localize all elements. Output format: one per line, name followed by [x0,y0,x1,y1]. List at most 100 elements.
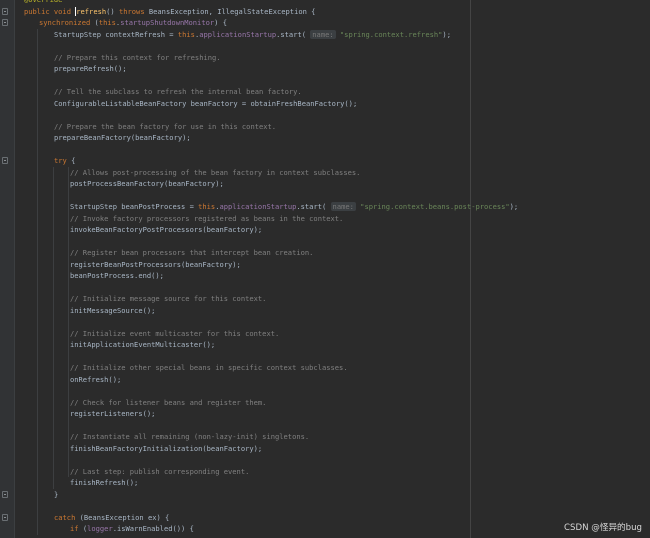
fold-marker-icon[interactable] [2,7,8,15]
code-token: // Initialize other special beans in spe… [70,363,348,372]
watermark: CSDN @怪异的bug [564,523,642,533]
code-token: beanPostProcess.end(); [70,271,164,280]
code-token: // Initialize message source for this co… [70,294,267,303]
code-line[interactable]: StartupStep beanPostProcess = this.appli… [0,201,650,213]
code-editor[interactable]: @Override public void refresh() throws Be… [0,0,650,538]
code-line[interactable] [0,385,650,397]
code-line-text: if (logger.isWarnEnabled()) { [70,523,194,535]
code-line[interactable]: beanPostProcess.end(); [0,270,650,282]
code-token: .start( [296,202,331,211]
code-line[interactable]: // Prepare the bean factory for use in t… [0,121,650,133]
code-line[interactable]: // Initialize other special beans in spe… [0,362,650,374]
code-token: ConfigurableListableBeanFactory beanFact… [54,98,358,108]
code-line[interactable] [0,500,650,512]
code-line-text: // Register bean processors that interce… [70,247,313,259]
code-line-text: // Prepare the bean factory for use in t… [54,121,276,133]
code-line[interactable] [0,282,650,294]
code-line[interactable]: registerBeanPostProcessors(beanFactory); [0,259,650,271]
code-line-text: initMessageSource(); [70,305,155,317]
code-token: BeansException, IllegalStateException { [148,6,316,16]
fold-marker-icon[interactable] [2,19,8,26]
code-token: "spring.context.refresh" [335,29,443,39]
code-line-text: // Prepare this context for refreshing. [54,52,221,64]
code-lines[interactable]: @Override public void refresh() throws Be… [0,0,650,535]
code-line[interactable]: // Invoke factory processors registered … [0,213,650,225]
code-line[interactable] [0,144,650,156]
code-line[interactable] [0,190,650,202]
code-line[interactable]: prepareRefresh(); [0,63,650,75]
code-token: // Initialize event multicaster for this… [70,328,280,338]
code-token: initApplicationEventMulticaster(); [70,340,216,349]
code-line-text: // Initialize message source for this co… [70,293,266,305]
code-token: applicationStartup [199,29,277,39]
code-line[interactable]: postProcessBeanFactory(beanFactory); [0,178,650,190]
code-line[interactable] [0,454,650,466]
code-line-text: registerBeanPostProcessors(beanFactory); [70,259,241,271]
code-line[interactable]: prepareBeanFactory(beanFactory); [0,132,650,144]
code-token: // Check for listener beans and register… [70,397,267,407]
code-token: // Tell the subclass to refresh the inte… [54,87,302,96]
fold-marker-icon[interactable] [2,157,8,164]
code-line[interactable] [0,316,650,328]
code-token: (BeansException ex) { [79,512,170,522]
indent-guide [68,166,69,477]
code-line[interactable]: } [0,489,650,501]
code-line[interactable]: initMessageSource(); [0,305,650,317]
code-line[interactable]: onRefresh(); [0,374,650,386]
code-line[interactable]: registerListeners(); [0,408,650,420]
code-line[interactable]: // Register bean processors that interce… [0,247,650,259]
code-token: prepareBeanFactory(beanFactory); [54,133,191,142]
code-line[interactable]: ConfigurableListableBeanFactory beanFact… [0,98,650,110]
code-line[interactable]: catch (BeansException ex) { [0,512,650,524]
fold-marker-icon[interactable] [2,513,8,521]
code-token: { [71,156,76,165]
code-token: StartupStep contextRefresh = [54,29,178,39]
code-line-text: StartupStep contextRefresh = this.applic… [54,29,451,41]
fold-marker-icon[interactable] [2,490,8,498]
code-line[interactable]: synchronized (this.startupShutdownMonito… [0,17,650,29]
code-token: .isWarnEnabled()) { [112,524,194,533]
code-line[interactable]: StartupStep contextRefresh = this.applic… [0,29,650,41]
code-line[interactable] [0,236,650,248]
code-line[interactable]: // Check for listener beans and register… [0,397,650,409]
parameter-hint: name: [330,202,356,211]
code-line[interactable] [0,40,650,52]
code-line-text: // Invoke factory processors registered … [70,213,343,225]
code-line-text: // Check for listener beans and register… [70,397,266,409]
code-token: postProcessBeanFactory(beanFactory); [70,179,224,188]
code-line-text: registerListeners(); [70,408,155,420]
code-line[interactable]: try { [0,155,650,167]
code-token: try [54,156,72,165]
code-line[interactable]: // Instantiate all remaining (non-lazy-i… [0,431,650,443]
code-line[interactable]: // Last step: publish corresponding even… [0,466,650,478]
parameter-hint: name: [310,29,336,39]
code-token: } [54,489,59,499]
code-token: finishRefresh(); [70,478,139,487]
code-line-text: public void refresh() throws BeansExcept… [24,6,315,18]
code-line[interactable] [0,75,650,87]
code-line[interactable] [0,109,650,121]
code-line-text: prepareRefresh(); [54,63,127,75]
code-line[interactable]: initApplicationEventMulticaster(); [0,339,650,351]
code-line[interactable]: invokeBeanFactoryPostProcessors(beanFact… [0,224,650,236]
code-line[interactable]: finishRefresh(); [0,477,650,489]
code-line[interactable]: // Initialize event multicaster for this… [0,328,650,340]
code-line-text: StartupStep beanPostProcess = this.appli… [70,201,518,213]
code-line[interactable] [0,351,650,363]
code-line[interactable] [0,420,650,432]
code-token: "spring.context.beans.post-process" [355,202,510,211]
code-line[interactable]: // Prepare this context for refreshing. [0,52,650,64]
code-token: this [177,29,195,39]
code-line[interactable]: // Allows post-processing of the bean fa… [0,167,650,179]
code-line[interactable]: // Initialize message source for this co… [0,293,650,305]
code-line-text: initApplicationEventMulticaster(); [70,339,215,351]
code-line[interactable]: finishBeanFactoryInitialization(beanFact… [0,443,650,455]
code-token: invokeBeanFactoryPostProcessors(beanFact… [70,225,263,234]
code-token: ); [509,202,519,211]
code-line[interactable]: // Tell the subclass to refresh the inte… [0,86,650,98]
code-line[interactable]: if (logger.isWarnEnabled()) { [0,523,650,535]
code-token: initMessageSource(); [70,305,156,315]
code-line[interactable]: public void refresh() throws BeansExcept… [0,6,650,18]
code-line-text: // Instantiate all remaining (non-lazy-i… [70,431,309,443]
code-token: // Allows post-processing of the bean fa… [70,167,361,177]
